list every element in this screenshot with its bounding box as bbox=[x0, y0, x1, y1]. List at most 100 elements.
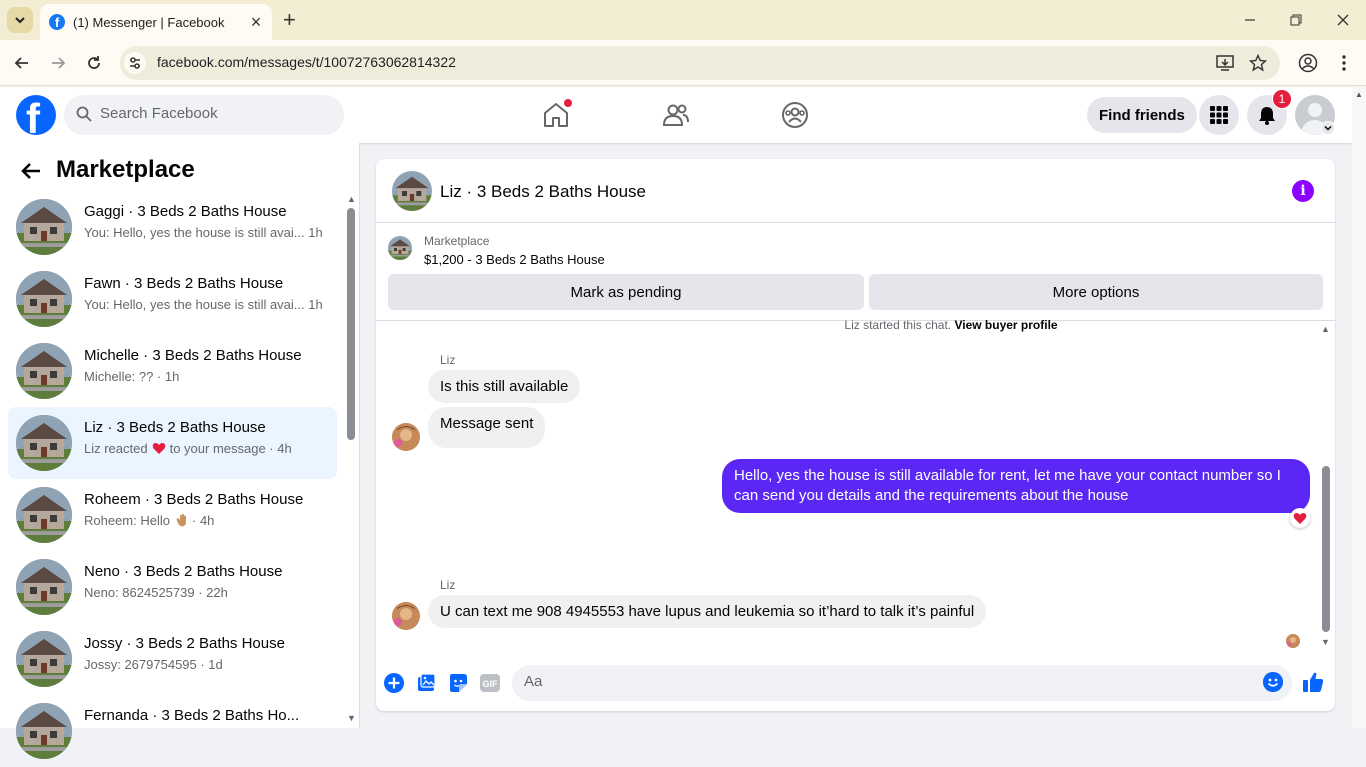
arrow-right-icon bbox=[52, 57, 66, 69]
liz-avatar bbox=[392, 423, 420, 451]
seen-indicator-avatar bbox=[1286, 634, 1300, 648]
chat-list-item[interactable]: Liz · 3 Beds 2 Baths House Liz reacted to … bbox=[8, 407, 337, 479]
grid-menu-icon bbox=[1210, 106, 1228, 124]
sticker-icon[interactable] bbox=[447, 672, 469, 694]
bookmark-star-icon[interactable] bbox=[1249, 54, 1267, 72]
chat-list-item[interactable]: Michelle · 3 Beds 2 Baths House Michelle:… bbox=[8, 335, 337, 407]
chat-list-item[interactable]: Gaggi · 3 Beds 2 Baths House You: Hello, … bbox=[8, 191, 337, 263]
restore-icon bbox=[1290, 14, 1302, 26]
thumbs-up-icon[interactable] bbox=[1301, 670, 1325, 694]
conversation-title[interactable]: Liz · 3 Beds 2 Baths House bbox=[440, 182, 646, 202]
chat-list-item[interactable]: Fernanda · 3 Beds 2 Baths Ho... bbox=[8, 695, 337, 767]
incoming-message[interactable]: Is this still available bbox=[428, 370, 581, 403]
account-chevron-icon[interactable] bbox=[1321, 121, 1335, 135]
chat-name: Gaggi · 3 Beds 2 Baths House bbox=[84, 203, 287, 220]
chat-name: Liz · 3 Beds 2 Baths House bbox=[84, 419, 266, 436]
chat-preview: Roheem: Hello · 4h bbox=[84, 513, 214, 528]
info-icon[interactable]: i bbox=[1292, 180, 1314, 202]
heart-reaction-icon[interactable] bbox=[1290, 508, 1310, 528]
search-icon bbox=[76, 106, 92, 122]
listing-thumbnail bbox=[16, 271, 72, 327]
tab-title: (1) Messenger | Facebook bbox=[73, 14, 225, 30]
facebook-logo[interactable]: f bbox=[16, 95, 56, 135]
new-tab-button[interactable]: + bbox=[283, 9, 296, 31]
incoming-message[interactable]: Message sent bbox=[428, 407, 546, 448]
reload-button[interactable] bbox=[81, 50, 107, 76]
minimize-button[interactable] bbox=[1238, 8, 1262, 32]
search-placeholder: Search Facebook bbox=[100, 105, 218, 122]
browser-menu-icon[interactable] bbox=[1336, 54, 1352, 72]
chat-preview: You: Hello, yes the house is still avai.… bbox=[84, 297, 323, 312]
chat-started-note: Liz started this chat. View buyer profil… bbox=[376, 318, 1366, 332]
chat-list-item[interactable]: Jossy · 3 Beds 2 Baths House Jossy: 26797… bbox=[8, 623, 337, 695]
scroll-down-arrow-icon[interactable]: ▼ bbox=[1321, 637, 1330, 647]
listing-thumbnail bbox=[16, 343, 72, 399]
close-icon bbox=[1337, 14, 1349, 26]
groups-nav-icon[interactable] bbox=[780, 100, 810, 130]
plus-circle-icon[interactable] bbox=[383, 672, 405, 694]
notification-badge: 1 bbox=[1272, 89, 1292, 109]
message-input[interactable] bbox=[512, 665, 1292, 701]
chat-preview: Jossy: 2679754595 · 1d bbox=[84, 657, 223, 672]
message-sender: Liz bbox=[440, 353, 456, 367]
facebook-favicon-icon: f bbox=[49, 14, 65, 30]
browser-tab-messenger[interactable]: f (1) Messenger | Facebook × bbox=[40, 4, 272, 40]
view-buyer-profile-link[interactable]: View buyer profile bbox=[954, 318, 1057, 332]
messages-scrollbar[interactable] bbox=[1322, 466, 1330, 632]
gif-icon[interactable]: GIF bbox=[479, 672, 501, 694]
bell-icon bbox=[1259, 107, 1275, 125]
outgoing-message[interactable]: Hello, yes the house is still available … bbox=[722, 459, 1310, 513]
sidebar-title: Marketplace bbox=[56, 156, 195, 183]
back-arrow-icon[interactable] bbox=[20, 160, 42, 182]
sidebar-scrollbar[interactable] bbox=[347, 208, 355, 440]
waving-hand-icon bbox=[174, 513, 188, 527]
scroll-up-arrow-icon[interactable]: ▲ bbox=[1321, 324, 1330, 334]
url-text[interactable]: facebook.com/messages/t/1007276306281432… bbox=[157, 54, 456, 70]
listing-thumbnail bbox=[16, 559, 72, 615]
more-options-button[interactable]: More options bbox=[869, 274, 1323, 310]
find-friends-button[interactable]: Find friends bbox=[1087, 97, 1197, 133]
page-scrollbar[interactable]: ▲ bbox=[1352, 87, 1366, 728]
forward-button[interactable] bbox=[45, 50, 71, 76]
incoming-message[interactable]: U can text me 908 4945553 have lupus and… bbox=[428, 595, 987, 628]
tab-close-icon[interactable]: × bbox=[248, 13, 264, 31]
friends-nav-icon[interactable] bbox=[661, 100, 691, 130]
menu-button[interactable] bbox=[1199, 95, 1239, 135]
minimize-icon bbox=[1245, 19, 1255, 21]
chat-name: Neno · 3 Beds 2 Baths House bbox=[84, 563, 283, 580]
svg-text:GIF: GIF bbox=[483, 679, 499, 689]
tab-search-button[interactable] bbox=[7, 7, 33, 33]
emoji-icon[interactable] bbox=[1263, 672, 1283, 692]
chat-preview-text: Liz reacted bbox=[84, 441, 148, 456]
listing-thumbnail bbox=[16, 631, 72, 687]
photo-icon[interactable] bbox=[415, 672, 437, 694]
scroll-down-arrow-icon[interactable]: ▼ bbox=[347, 713, 356, 723]
close-window-button[interactable] bbox=[1331, 8, 1355, 32]
listing-thumbnail bbox=[16, 487, 72, 543]
back-button[interactable] bbox=[9, 50, 35, 76]
site-info-icon[interactable] bbox=[124, 52, 146, 74]
mark-as-pending-button[interactable]: Mark as pending bbox=[388, 274, 864, 310]
listing-label: Marketplace bbox=[424, 234, 490, 248]
restore-button[interactable] bbox=[1284, 8, 1308, 32]
chat-name: Fawn · 3 Beds 2 Baths House bbox=[84, 275, 284, 292]
chat-list-item[interactable]: Roheem · 3 Beds 2 Baths House Roheem: Hel… bbox=[8, 479, 337, 551]
message-sender: Liz bbox=[440, 578, 456, 592]
chevron-down-icon bbox=[15, 17, 25, 24]
listing-price[interactable]: $1,200 - 3 Beds 2 Baths House bbox=[424, 252, 605, 267]
listing-thumbnail bbox=[16, 703, 72, 759]
message-input-placeholder: Aa bbox=[524, 673, 543, 690]
profile-icon[interactable] bbox=[1298, 53, 1318, 73]
arrow-left-icon bbox=[14, 57, 28, 69]
chat-name: Fernanda · 3 Beds 2 Baths Ho... bbox=[84, 707, 300, 724]
listing-thumbnail[interactable] bbox=[388, 236, 412, 260]
chat-list-item[interactable]: Neno · 3 Beds 2 Baths House Neno: 8624525… bbox=[8, 551, 337, 623]
chat-preview-text: to your message · 4h bbox=[169, 441, 292, 456]
chat-preview: Liz reacted to your message · 4h bbox=[84, 441, 292, 456]
conversation-thumbnail[interactable] bbox=[392, 171, 432, 211]
chat-list-item[interactable]: Fawn · 3 Beds 2 Baths House You: Hello, y… bbox=[8, 263, 337, 335]
scroll-up-arrow-icon[interactable]: ▲ bbox=[347, 194, 356, 204]
chat-name: Jossy · 3 Beds 2 Baths House bbox=[84, 635, 285, 652]
install-app-icon[interactable] bbox=[1216, 54, 1234, 72]
listing-thumbnail bbox=[16, 199, 72, 255]
